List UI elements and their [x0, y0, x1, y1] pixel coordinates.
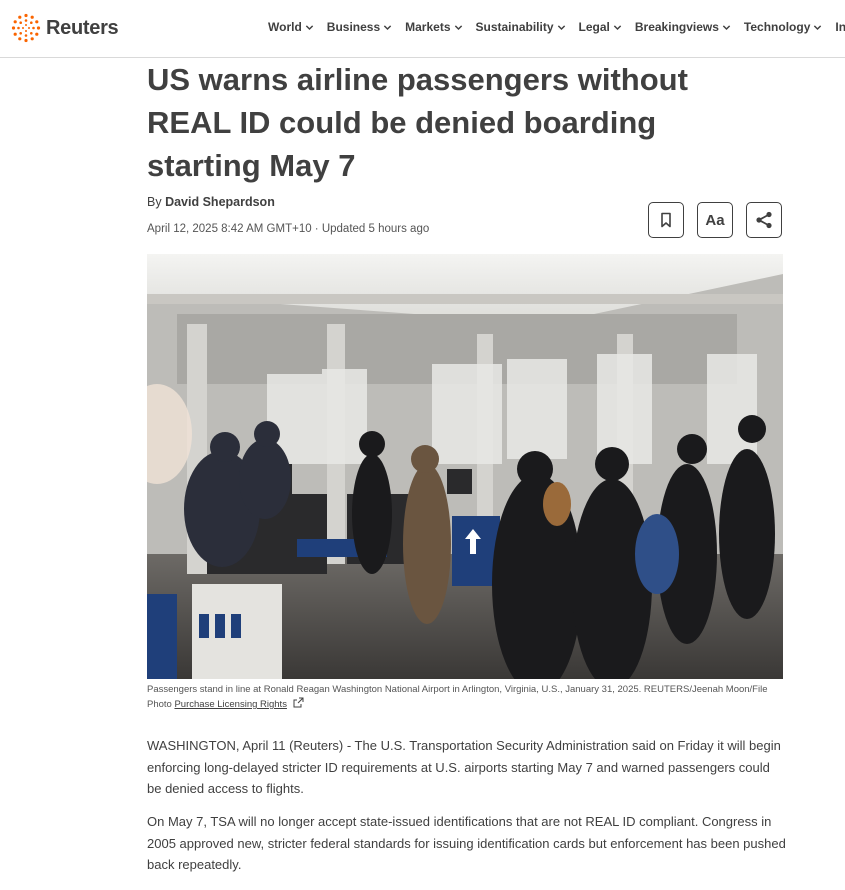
- chevron-down-icon: [722, 24, 731, 30]
- nav-item-label: World: [268, 20, 302, 34]
- article-paragraph: WASHINGTON, April 11 (Reuters) - The U.S…: [147, 738, 781, 796]
- main-nav: World Business Markets Sustainability Le…: [268, 20, 845, 34]
- chevron-down-icon: [454, 24, 462, 30]
- nav-item-label: Sustainability: [475, 20, 554, 34]
- nav-item-technology[interactable]: Technology: [744, 20, 822, 34]
- article-paragraph: On May 7, TSA will no longer accept stat…: [147, 814, 786, 872]
- nav-item-label: Breakingviews: [634, 20, 719, 34]
- chevron-down-icon: [613, 24, 622, 30]
- nav-item-sustainability[interactable]: Sustainability: [476, 20, 566, 34]
- bookmark-button[interactable]: [648, 202, 684, 238]
- chevron-down-icon: [383, 24, 392, 30]
- chevron-down-icon: [305, 24, 313, 30]
- nav-item-investigations[interactable]: Inve: [835, 20, 845, 34]
- share-button[interactable]: [746, 202, 782, 238]
- byline: By David Shepardson: [147, 195, 275, 209]
- reuters-logo-text: Reuters: [46, 16, 119, 39]
- nav-item-label: Technology: [743, 20, 811, 34]
- author-link[interactable]: David Shepardson: [165, 195, 275, 209]
- article-dateline: April 12, 2025 8:42 AM GMT+10 · Updated …: [147, 223, 430, 235]
- top-navigation-bar: Reuters World Business Markets Sustainab…: [0, 0, 845, 58]
- nav-item-business[interactable]: Business: [327, 20, 392, 34]
- nav-item-label: Inve: [835, 20, 845, 34]
- nav-item-label: Business: [326, 20, 381, 34]
- airport-checkin-photo: [147, 254, 783, 679]
- nav-item-legal[interactable]: Legal: [579, 20, 622, 34]
- reuters-logo-icon: [11, 13, 41, 43]
- text-size-icon: Aa: [705, 211, 725, 229]
- text-size-button[interactable]: Aa: [697, 202, 733, 238]
- chevron-down-icon: [557, 24, 565, 30]
- article-photo[interactable]: [147, 254, 783, 679]
- article-headline: US warns airline passengers without REAL…: [147, 62, 688, 183]
- nav-item-label: Markets: [405, 20, 451, 34]
- share-icon: [756, 211, 772, 229]
- nav-item-breakingviews[interactable]: Breakingviews: [635, 20, 731, 34]
- external-link-icon[interactable]: [293, 697, 304, 708]
- bookmark-icon: [661, 212, 671, 228]
- reuters-logo[interactable]: Reuters: [11, 13, 119, 43]
- purchase-licensing-link[interactable]: Purchase Licensing Rights: [174, 699, 286, 710]
- nav-item-markets[interactable]: Markets: [405, 20, 462, 34]
- chevron-down-icon: [814, 24, 822, 30]
- byline-prefix: By: [147, 195, 162, 209]
- photo-caption: Passengers stand in line at Ronald Reaga…: [147, 683, 783, 712]
- nav-item-world[interactable]: World: [268, 20, 314, 34]
- nav-item-label: Legal: [578, 20, 610, 34]
